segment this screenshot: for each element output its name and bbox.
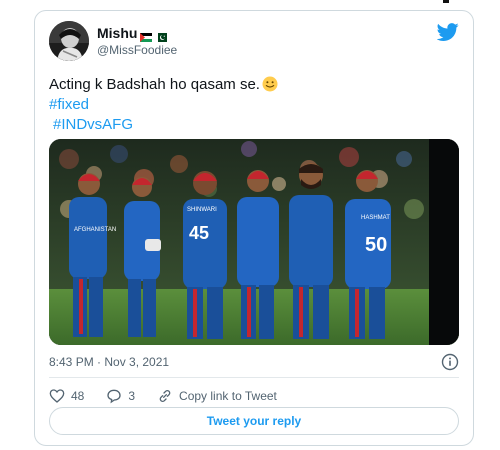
jersey-text-1: AFGHANISTAN (74, 227, 116, 233)
tweet-photo[interactable]: AFGHANISTAN SHINWARI 45 HASHMAT 50 (49, 139, 459, 345)
pakistan-flag-icon (155, 29, 168, 42)
twitter-logo-icon[interactable] (437, 21, 459, 43)
reply-button-label: Tweet your reply (206, 414, 302, 428)
tweet-main-text: Acting k Badshah ho qasam se. (49, 76, 260, 93)
hashtag-fixed-link[interactable]: #fixed (49, 95, 459, 115)
reply-bubble-icon (107, 389, 122, 404)
tweet-actions: 48 3 Copy link to Tweet (49, 385, 459, 407)
copy-link-button[interactable]: Copy link to Tweet (157, 388, 277, 404)
jersey-number-45: 45 (189, 223, 209, 243)
reply-action-button[interactable]: 3 (106, 388, 135, 404)
tweet-timestamp[interactable]: 8:43 PM · Nov 3, 2021 (49, 355, 169, 369)
smiling-face-emoji-icon (262, 76, 278, 92)
stray-mark (443, 0, 449, 3)
tweet-header: Mishu @MissFoodiee (49, 21, 459, 65)
tweet-text: Acting k Badshah ho qasam se. #fixed #IN… (49, 75, 459, 135)
tweet-card: Mishu @MissFoodiee Acting k Badshah ho q… (34, 10, 474, 446)
name-row: Mishu (97, 24, 177, 42)
like-button[interactable]: 48 (49, 388, 84, 404)
display-name[interactable]: Mishu (97, 25, 137, 41)
link-icon (159, 390, 171, 402)
reply-count: 3 (128, 389, 136, 403)
user-names: Mishu @MissFoodiee (97, 24, 177, 57)
tweet-your-reply-button[interactable]: Tweet your reply (49, 407, 459, 435)
hashtag-indvsafg-link[interactable]: #INDvsAFG (49, 115, 459, 135)
divider (49, 377, 459, 378)
tweet-meta: 8:43 PM · Nov 3, 2021 (49, 353, 459, 373)
jersey-text-2: SHINWARI (187, 207, 217, 213)
copy-link-label: Copy link to Tweet (179, 389, 277, 403)
palestine-flag-icon (140, 29, 153, 42)
jersey-number-50: 50 (365, 234, 387, 256)
info-icon[interactable] (441, 353, 459, 371)
tweet-line-main: Acting k Badshah ho qasam se. (49, 75, 459, 95)
heart-icon (49, 389, 65, 403)
avatar[interactable] (49, 21, 89, 61)
like-count: 48 (71, 389, 85, 403)
jersey-text-3: HASHMAT (361, 215, 390, 221)
user-handle[interactable]: @MissFoodiee (97, 43, 177, 57)
